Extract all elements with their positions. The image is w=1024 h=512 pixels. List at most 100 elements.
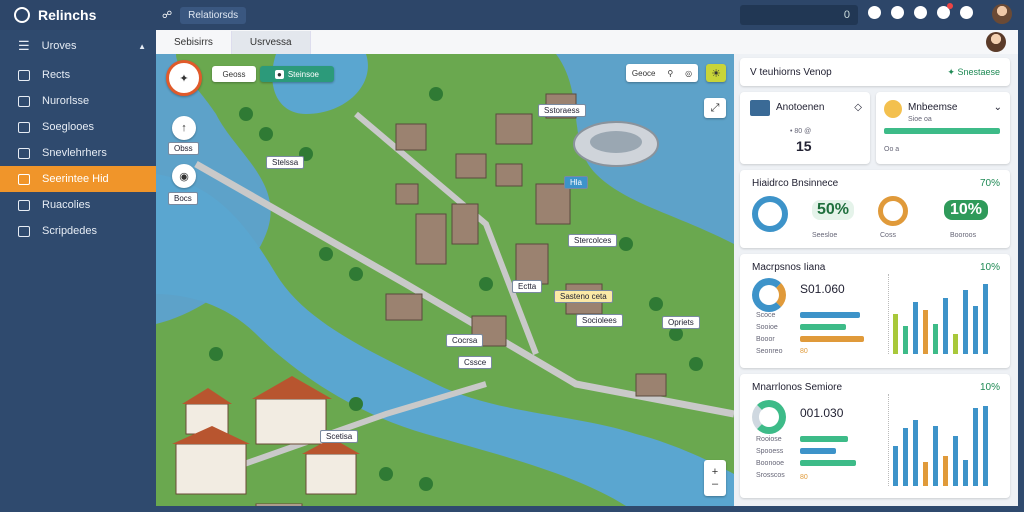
- stat-row-label: Spooess: [756, 448, 784, 455]
- top-icons: [868, 3, 973, 19]
- card-sub: Sioe oa: [908, 116, 932, 123]
- chart-bar: [963, 290, 968, 354]
- breadcrumb-item[interactable]: Relatiorsds: [180, 6, 247, 24]
- stadium-roof: [590, 131, 642, 153]
- sidebar-item-scripdedes[interactable]: Scripdedes: [0, 218, 156, 244]
- map-toolbar-button-1[interactable]: Geoss: [212, 66, 256, 82]
- map-label[interactable]: Cssce: [458, 356, 493, 369]
- zoom-in-icon[interactable]: +: [712, 466, 718, 478]
- stat-bar: [800, 436, 848, 442]
- chevron-up-icon: ▲: [138, 41, 146, 51]
- map-label[interactable]: Stercolces: [568, 234, 618, 247]
- menu-icon: ☰: [18, 38, 30, 53]
- expand-icon[interactable]: ⤢: [704, 98, 726, 118]
- zoom-out-icon[interactable]: –: [712, 478, 718, 490]
- sidebar-item-nurorlsse[interactable]: Nurorlsse: [0, 88, 156, 114]
- notification-icon[interactable]: [937, 3, 953, 19]
- stat-row-label: Boonooe: [756, 460, 785, 467]
- light-icon[interactable]: ☀: [706, 64, 726, 82]
- folder-icon: [18, 173, 30, 185]
- map-label[interactable]: Stelssa: [266, 156, 305, 169]
- compass-icon[interactable]: ✦: [166, 60, 202, 96]
- chevron-down-icon[interactable]: ⌄: [994, 102, 1002, 113]
- north-arrow-icon[interactable]: ↑: [172, 116, 196, 140]
- card-title: Anotoenen: [776, 102, 825, 113]
- zoom-control[interactable]: + –: [704, 460, 726, 496]
- city-map[interactable]: ✦ Geoss ● Steinsoe Geoce ⚲ ◎ ☀ ⤢ ↑ ◉ + –…: [156, 54, 734, 506]
- chart-icon: [750, 100, 770, 116]
- breadcrumb: ☍ Relatiorsds: [162, 6, 247, 24]
- map-label[interactable]: Bocs: [168, 192, 198, 205]
- stat-row-label: Rooiose: [756, 436, 782, 443]
- chart-bar: [943, 298, 948, 354]
- chart-bar: [973, 408, 978, 486]
- top-bar: Relinchs ☍ Relatiorsds 0: [0, 0, 1024, 30]
- user-avatar[interactable]: [986, 32, 1006, 52]
- map-label[interactable]: Obss: [168, 142, 199, 155]
- right-panel: V teuhiorns Venop ✦ Snestaese Anotoenen …: [740, 54, 1014, 502]
- calendar-icon[interactable]: [960, 6, 973, 19]
- map-label[interactable]: Opriets: [662, 316, 700, 329]
- kpi-label: Seesloe: [812, 232, 838, 239]
- chart-bar: [923, 462, 928, 486]
- card-percent: 10%: [979, 382, 1000, 393]
- user-icon[interactable]: [914, 6, 927, 19]
- map-label[interactable]: Sasteno ceta: [554, 290, 613, 303]
- stat-foot: 80: [800, 474, 808, 481]
- map-search-control[interactable]: Geoce ⚲ ◎: [626, 64, 698, 82]
- map-label[interactable]: Hla: [564, 176, 589, 189]
- map-toolbar-button-2[interactable]: ● Steinsoe: [260, 66, 334, 82]
- sidebar-item-soeglooes[interactable]: Soeglooes: [0, 114, 156, 140]
- kpi-card: Hiaidrco Bnsinnece 70% 50% 10% Seesloe C…: [740, 170, 1010, 248]
- image-icon: [18, 225, 30, 237]
- search-input[interactable]: 0: [740, 5, 858, 25]
- map-label[interactable]: Sociolees: [576, 314, 623, 327]
- sidebar-item-seerintee[interactable]: Seerintee Hid: [0, 166, 156, 192]
- chat-icon[interactable]: [868, 6, 881, 19]
- sidebar-item-ruacolies[interactable]: Ruacolies: [0, 192, 156, 218]
- map-label[interactable]: Ectta: [512, 280, 543, 293]
- sidebar-menu-toggle[interactable]: ☰ Uroves ▲: [0, 30, 156, 62]
- stat-value: 001.030: [800, 406, 844, 420]
- map-label[interactable]: Sstoraess: [538, 104, 586, 117]
- progress-bar: [884, 128, 1000, 134]
- chart-bar: [933, 426, 938, 486]
- chart-bar: [933, 324, 938, 354]
- map-label[interactable]: Scetisa: [320, 430, 359, 443]
- document-icon: [18, 147, 30, 159]
- profile-icon: [884, 100, 902, 118]
- card-percent: 10%: [979, 262, 1000, 273]
- alert-icon[interactable]: [891, 6, 904, 19]
- panel-title: V teuhiorns Venop: [750, 67, 832, 78]
- kpi-value-1: 50%: [812, 200, 855, 220]
- chart-bar: [893, 314, 898, 354]
- pin-icon[interactable]: ⚲: [667, 69, 673, 78]
- chart-bar: [953, 334, 958, 354]
- avatar[interactable]: [992, 4, 1012, 24]
- stat-row-label: Booor: [756, 336, 775, 343]
- chart-bar: [963, 460, 968, 486]
- gps-icon[interactable]: ◉: [172, 164, 196, 188]
- tab-bar: Sebisirrs Usrvessa: [156, 30, 1018, 54]
- briefcase-icon: [18, 121, 30, 133]
- sidebar-item-rects[interactable]: Rects: [0, 62, 156, 88]
- ring-chart: [752, 400, 786, 434]
- card-title: Mnbeemse: [908, 102, 958, 113]
- card-percent: 70%: [979, 178, 1000, 189]
- stat-value: S01.060: [800, 282, 845, 296]
- summary-card-1[interactable]: Anotoenen ◇ • 80 @ 15: [740, 92, 870, 164]
- chart-bar: [913, 420, 918, 486]
- map-label[interactable]: Cocrsa: [446, 334, 484, 347]
- tab-usrvessa[interactable]: Usrvessa: [231, 31, 311, 54]
- stat-bar: [800, 312, 860, 318]
- sidebar-item-snevlehrhers[interactable]: Snevlehrhers: [0, 140, 156, 166]
- stat-bar: [800, 460, 856, 466]
- grid-icon: [18, 199, 30, 211]
- stat-bar: [800, 324, 846, 330]
- summary-card-2[interactable]: Mnbeemse ⌄ Sioe oa Oo a: [876, 92, 1010, 164]
- target-icon[interactable]: ◎: [685, 69, 692, 78]
- brand[interactable]: Relinchs: [0, 7, 156, 23]
- chart-bar: [923, 310, 928, 354]
- tab-sebisirrs[interactable]: Sebisirrs: [156, 31, 232, 54]
- panel-action-link[interactable]: ✦ Snestaese: [947, 67, 1000, 78]
